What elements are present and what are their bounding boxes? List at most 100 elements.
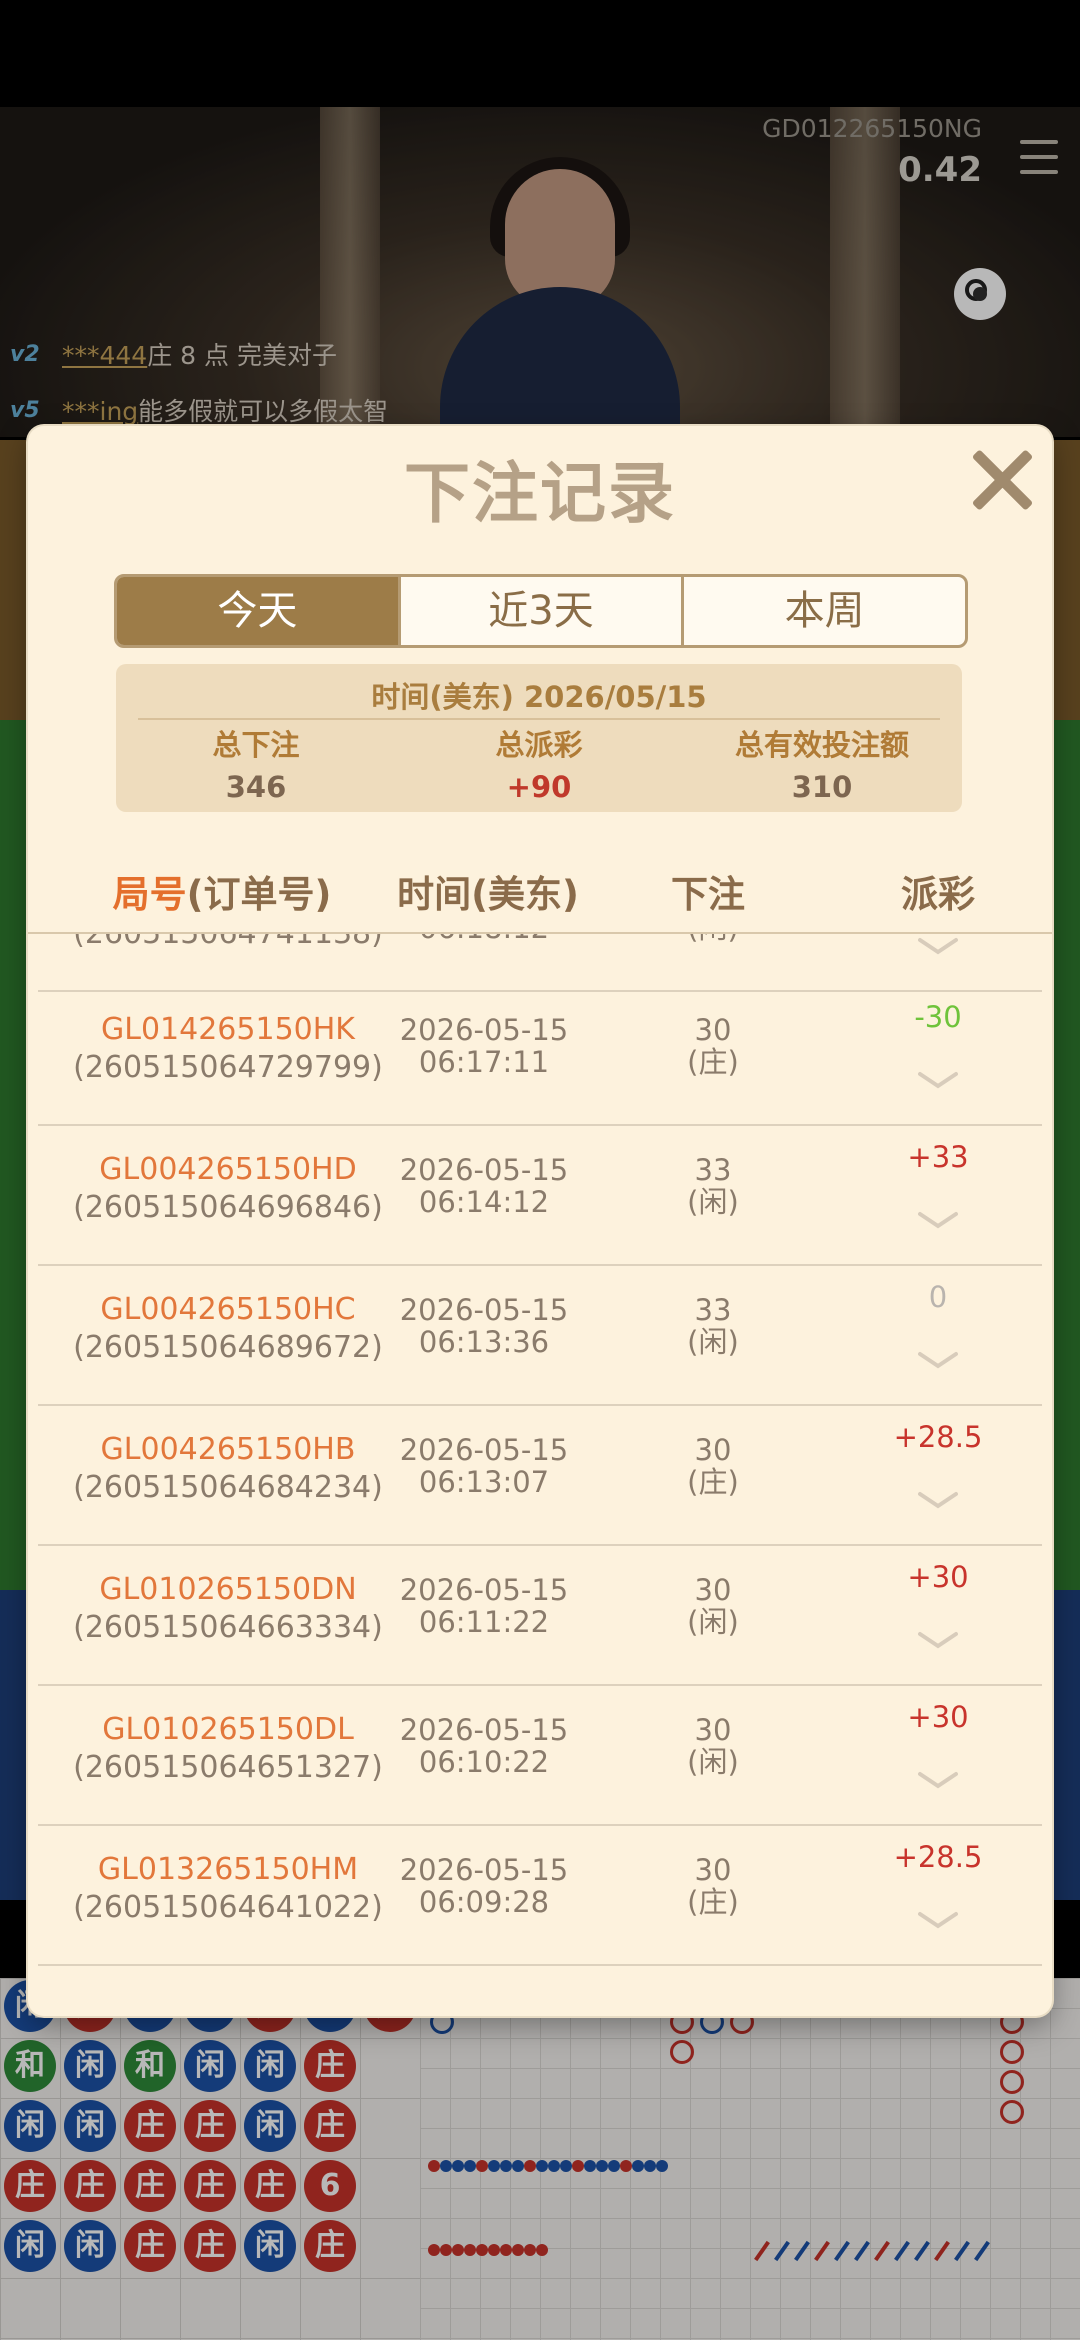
bet-history-dialog: 下注记录 今天 近3天 本周 时间(美东) 2026/05/15 总下注 346… [28,426,1052,2016]
records-list[interactable]: GL001265150LY (260515064741138) 2026-05-… [28,934,1052,2016]
summary-date: 时间(美东) 2026/05/15 [371,680,707,714]
bet-side: (闲) [687,1325,739,1359]
bet-clock: 06:13:36 [418,1325,550,1359]
bet-date: 2026-05-15 [399,1153,569,1187]
payout-value: +30 [907,1700,969,1734]
order-number: (260515064729799) [73,1050,383,1085]
bet-clock: 06:09:28 [418,1885,550,1919]
table-row[interactable]: GL010265150DN (260515064663334) 2026-05-… [38,1546,1042,1686]
tab-last-3-days[interactable]: 近3天 [397,577,682,645]
table-row[interactable]: GL010265150DL (260515064651327) 2026-05-… [38,1686,1042,1826]
round-id: GL013265150HM [97,1852,359,1887]
payout-value: +28.5 [893,1840,983,1874]
order-number: (260515064741138) [38,934,418,951]
chevron-down-icon[interactable] [918,1210,958,1230]
bet-date: 2026-05-15 [399,1293,569,1327]
bet-clock: 06:14:12 [418,1185,550,1219]
chevron-down-icon[interactable] [918,1490,958,1510]
chevron-down-icon[interactable] [918,1910,958,1930]
bet-date: 2026-05-15 [399,1433,569,1467]
bet-clock: 06:11:22 [418,1605,550,1639]
bet-date: 2026-05-15 [399,1573,569,1607]
column-round-rest: (订单号) [186,873,332,916]
table-row[interactable]: GL014265150HK (260515064729799) 2026-05-… [38,986,1042,1126]
order-number: (260515064684234) [73,1470,383,1505]
table-row[interactable]: GL001265150LY (260515064741138) 2026-05-… [38,934,1042,992]
bet-time: 2026-05-15 06:11:22 [384,1574,584,1638]
bet-side: (庄) [687,1465,739,1499]
chevron-down-icon[interactable] [918,1070,958,1090]
total-payout: 总派彩 +90 [399,722,679,804]
valid-bet-label: 总有效投注额 [734,728,909,762]
bet-amount: 30 (闲) [658,1714,768,1778]
bet-time: 2026-05-15 06:13:07 [384,1434,584,1498]
table-row[interactable]: GL004265150HD (260515064696846) 2026-05-… [38,1126,1042,1266]
total-payout-label: 总派彩 [495,728,583,762]
bet-side: (庄) [687,1885,739,1919]
valid-bet: 总有效投注额 310 [682,722,962,804]
bet-time: 2026-05-15 06:14:12 [384,1154,584,1218]
chevron-down-icon[interactable] [918,936,958,956]
chevron-down-icon[interactable] [918,1770,958,1790]
round-id: GL004265150HD [99,1152,357,1187]
bet-side: (闲) [658,934,768,944]
payout-value: 0 [928,1280,948,1314]
column-time: 时间(美东) [397,873,579,916]
table-header: 局号(订单号) 时间(美东) 下注 派彩 [28,856,1052,934]
period-tabs: 今天 近3天 本周 [114,574,968,648]
bet-value: 33 [694,1153,732,1187]
tab-today[interactable]: 今天 [117,577,398,645]
valid-bet-value: 310 [791,770,853,804]
payout-value: +30 [907,1560,969,1594]
bet-side: (闲) [687,1605,739,1639]
table-row[interactable]: GL013265150HM (260515064641022) 2026-05-… [38,1826,1042,1966]
total-bet-value: 346 [225,770,287,804]
bet-value: 30 [694,1713,732,1747]
bet-time: 2026-05-15 06:17:11 [384,1014,584,1078]
tab-this-week[interactable]: 本周 [681,577,965,645]
total-payout-value: +90 [506,770,572,804]
bet-value: 30 [694,1433,732,1467]
dialog-title: 下注记录 [404,455,676,532]
bet-time: 2026-05-15 06:09:28 [384,1854,584,1918]
summary-panel: 时间(美东) 2026/05/15 总下注 346 总派彩 +90 总有效投注额… [116,664,962,812]
bet-value: 33 [694,1293,732,1327]
payout-value: +28.5 [893,1420,983,1454]
payout-value: +33 [907,1140,969,1174]
chevron-down-icon[interactable] [918,1630,958,1650]
bet-clock: 06:10:22 [418,1745,550,1779]
bet-date: 2026-05-15 [399,1713,569,1747]
table-row[interactable]: GL004265150HC (260515064689672) 2026-05-… [38,1266,1042,1406]
bet-amount: 30 (庄) [658,1014,768,1078]
order-number: (260515064651327) [73,1750,383,1785]
table-row[interactable]: GL004265150HB (260515064684234) 2026-05-… [38,1406,1042,1546]
round-id: GL004265150HB [100,1432,356,1467]
bet-amount: 30 (庄) [658,1434,768,1498]
bet-amount: 33 (闲) [658,1294,768,1358]
order-number: (260515064663334) [73,1610,383,1645]
bet-date: 2026-05-15 [399,1853,569,1887]
payout-value: -30 [914,1000,962,1034]
bet-value: 30 [694,1013,732,1047]
bet-time: 2026-05-1506:18:12 [384,934,584,944]
bet-value: 30 [694,1573,732,1607]
bet-clock: 06:13:07 [418,1465,550,1499]
bet-amount: 50(闲) [658,934,768,944]
total-bet-label: 总下注 [212,728,300,762]
bet-side: (庄) [687,1045,739,1079]
bet-value: 30 [694,1853,732,1887]
bet-clock: 06:17:11 [418,1045,550,1079]
column-payout: 派彩 [901,873,975,916]
column-round-highlight: 局号 [112,873,187,916]
bet-side: (闲) [687,1185,739,1219]
chevron-down-icon[interactable] [918,1350,958,1370]
close-icon[interactable] [966,444,1038,516]
column-round: 局号(订单号) [52,864,392,918]
order-number: (260515064696846) [73,1190,383,1225]
bet-amount: 33 (闲) [658,1154,768,1218]
round-id: GL004265150HC [100,1292,356,1327]
bet-amount: 30 (庄) [658,1854,768,1918]
bet-time: 2026-05-15 06:10:22 [384,1714,584,1778]
bet-date: 2026-05-15 [399,1013,569,1047]
bet-amount: 30 (闲) [658,1574,768,1638]
